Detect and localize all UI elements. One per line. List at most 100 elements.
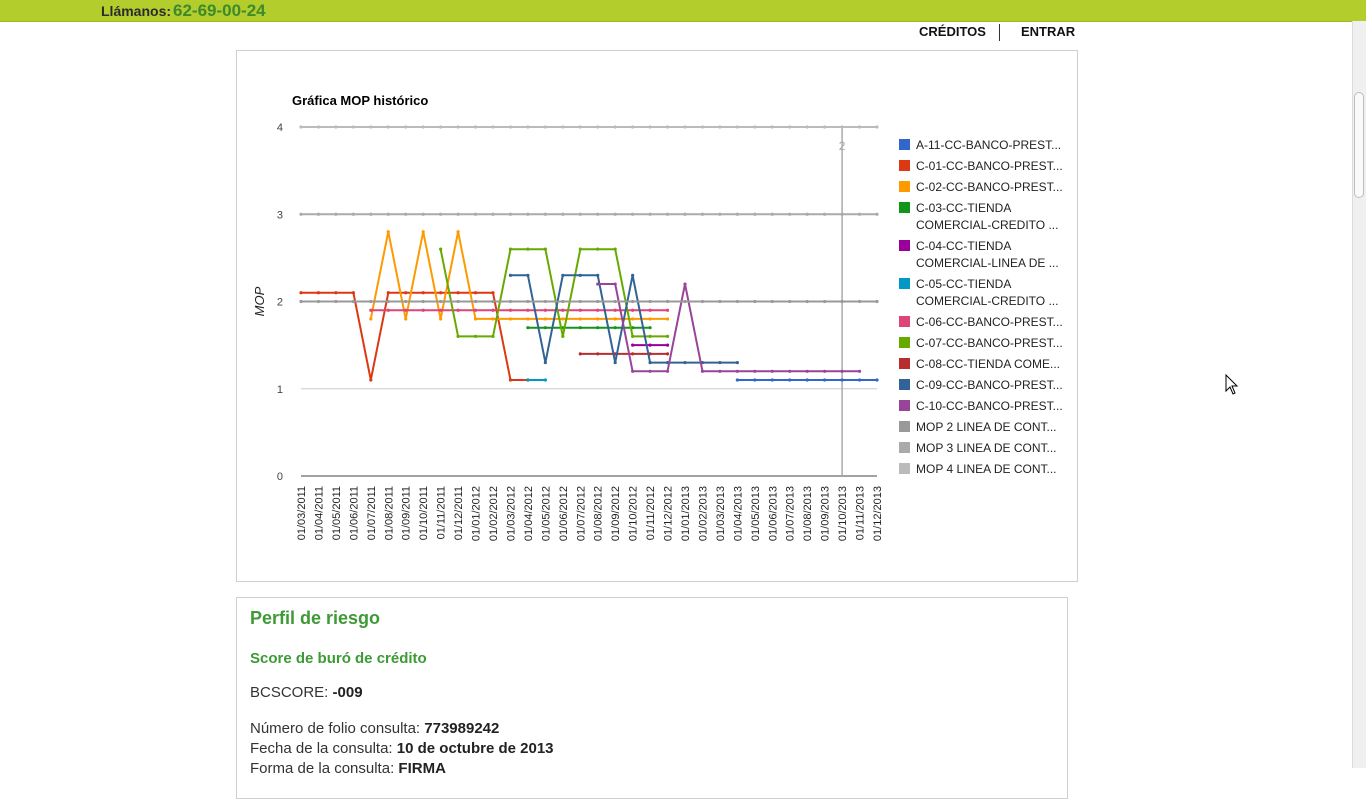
series-point — [526, 125, 530, 129]
series-point — [718, 369, 722, 373]
series-point — [561, 317, 565, 321]
series-point — [840, 125, 844, 129]
series-point — [421, 125, 425, 129]
x-tick-label: 01/11/2011 — [436, 486, 448, 539]
x-tick-label: 01/04/2012 — [523, 486, 535, 541]
x-tick-label: 01/06/2012 — [558, 486, 570, 541]
series-point — [596, 125, 600, 129]
legend-label: C-02-CC-BANCO-PREST... — [916, 180, 1063, 194]
series-point — [334, 125, 338, 129]
x-tick-label: 01/04/2013 — [732, 486, 744, 541]
legend-label: MOP 2 LINEA DE CONT... — [916, 420, 1056, 434]
series-point — [718, 212, 722, 216]
series-point — [334, 212, 338, 216]
series-point — [631, 273, 635, 277]
series-point — [823, 299, 827, 304]
series-point — [561, 334, 565, 338]
series-point — [404, 291, 408, 295]
series-point — [613, 212, 617, 216]
series-point — [875, 125, 879, 129]
series-point — [857, 378, 862, 382]
series-point — [491, 299, 495, 304]
series-point — [665, 334, 670, 338]
series-point — [334, 291, 338, 295]
series-point — [805, 125, 809, 129]
series-point — [526, 378, 530, 382]
series-point — [526, 308, 530, 312]
series-point — [578, 308, 582, 312]
series-point — [857, 125, 862, 129]
series-point — [665, 299, 670, 304]
x-tick-label: 01/03/2012 — [505, 486, 517, 541]
legend-swatch — [899, 202, 910, 213]
series-point — [648, 212, 652, 216]
series-point — [561, 125, 565, 129]
series-point — [596, 299, 600, 304]
series-point — [508, 308, 513, 312]
series-point — [753, 378, 757, 382]
series-point — [596, 326, 600, 330]
series-point — [805, 212, 809, 216]
series-point — [439, 125, 443, 129]
legend-swatch — [899, 463, 910, 474]
series-point — [788, 369, 792, 373]
series-point — [526, 326, 530, 330]
series-point — [665, 369, 670, 373]
form-value: FIRMA — [398, 760, 446, 777]
series-point — [473, 334, 478, 338]
series-point — [508, 273, 513, 277]
x-tick-label: 01/02/2012 — [488, 486, 500, 541]
x-tick-label: 01/04/2011 — [313, 486, 325, 540]
x-tick-label: 01/07/2012 — [575, 486, 587, 541]
nav-creditos[interactable]: CRÉDITOS — [919, 24, 986, 39]
x-tick-label: 01/08/2013 — [802, 486, 814, 541]
series-point — [596, 212, 600, 216]
series-point — [526, 273, 530, 277]
series-point — [665, 317, 670, 321]
legend-swatch — [899, 400, 910, 411]
series-point — [439, 308, 443, 312]
series-point — [456, 291, 460, 295]
series-point — [613, 247, 617, 251]
series-point — [543, 378, 547, 382]
legend-label: MOP 4 LINEA DE CONT... — [916, 462, 1056, 476]
series-point — [770, 378, 774, 382]
series-point — [543, 360, 547, 365]
series-point — [648, 343, 652, 347]
series-point — [473, 308, 478, 312]
folio-label: Número de folio consulta: — [250, 720, 425, 737]
series-point — [299, 212, 303, 216]
legend-label: C-07-CC-BANCO-PREST... — [916, 336, 1063, 350]
series-point — [578, 299, 582, 304]
series-point — [665, 125, 670, 129]
legend-label: C-10-CC-BANCO-PREST... — [916, 399, 1063, 413]
series-point — [543, 317, 547, 321]
phone-number[interactable]: 62-69-00-24 — [173, 1, 266, 21]
x-tick-label: 01/02/2013 — [697, 486, 709, 541]
x-tick-label: 01/05/2013 — [750, 486, 762, 541]
series-point — [421, 299, 425, 304]
legend-swatch — [899, 139, 910, 150]
series-point — [631, 352, 635, 356]
scrollbar-thumb[interactable] — [1354, 92, 1364, 198]
series-point — [665, 212, 670, 216]
series-point — [526, 299, 530, 304]
series-point — [823, 369, 827, 373]
series-point — [456, 299, 460, 304]
series-point — [316, 212, 321, 216]
series-point — [631, 125, 635, 129]
series-point — [823, 125, 827, 129]
series-point — [351, 125, 355, 129]
series-point — [753, 299, 757, 304]
series-point — [735, 369, 739, 373]
series-point — [578, 326, 582, 330]
series-point — [718, 299, 722, 304]
series-point — [857, 299, 862, 304]
series-point — [735, 378, 739, 382]
series-point — [788, 125, 792, 129]
legend-label: C-06-CC-BANCO-PREST... — [916, 315, 1063, 329]
x-tick-label: 01/03/2011 — [296, 486, 308, 540]
series-point — [316, 291, 321, 295]
nav-entrar[interactable]: ENTRAR — [1021, 24, 1075, 39]
series-point — [578, 212, 582, 216]
